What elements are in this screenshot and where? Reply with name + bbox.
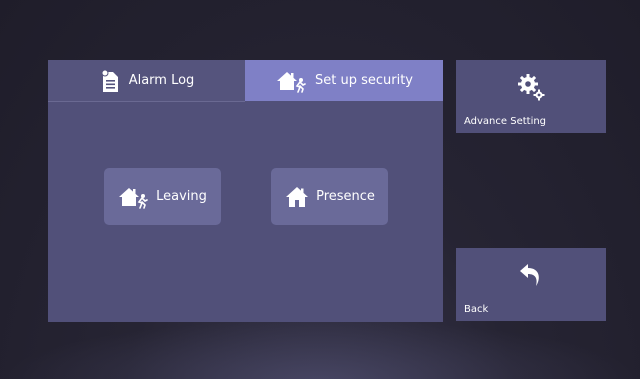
- security-screen: Alarm Log Set up security Leaving Presen…: [0, 0, 640, 379]
- security-panel: Alarm Log Set up security Leaving Presen…: [48, 60, 443, 322]
- presence-label: Presence: [316, 189, 375, 204]
- tab-alarm-log-label: Alarm Log: [128, 73, 195, 88]
- gears-icon: [456, 72, 606, 102]
- document-icon: [99, 69, 121, 93]
- back-button[interactable]: Back: [456, 248, 606, 321]
- background-glow: [0, 319, 640, 379]
- leaving-button[interactable]: Leaving: [104, 168, 221, 225]
- tab-set-up-security-label: Set up security: [314, 73, 413, 88]
- presence-button[interactable]: Presence: [271, 168, 388, 225]
- leaving-label: Leaving: [156, 189, 207, 204]
- back-label: Back: [464, 304, 489, 315]
- advance-setting-button[interactable]: Advance Setting: [456, 60, 606, 133]
- house-running-person-icon: [275, 69, 307, 93]
- advance-setting-label: Advance Setting: [464, 116, 547, 127]
- house-icon: [284, 185, 310, 209]
- house-running-person-icon: [118, 184, 150, 210]
- tab-alarm-log[interactable]: Alarm Log: [48, 60, 245, 102]
- back-arrow-icon: [456, 260, 606, 290]
- tab-set-up-security[interactable]: Set up security: [245, 60, 443, 101]
